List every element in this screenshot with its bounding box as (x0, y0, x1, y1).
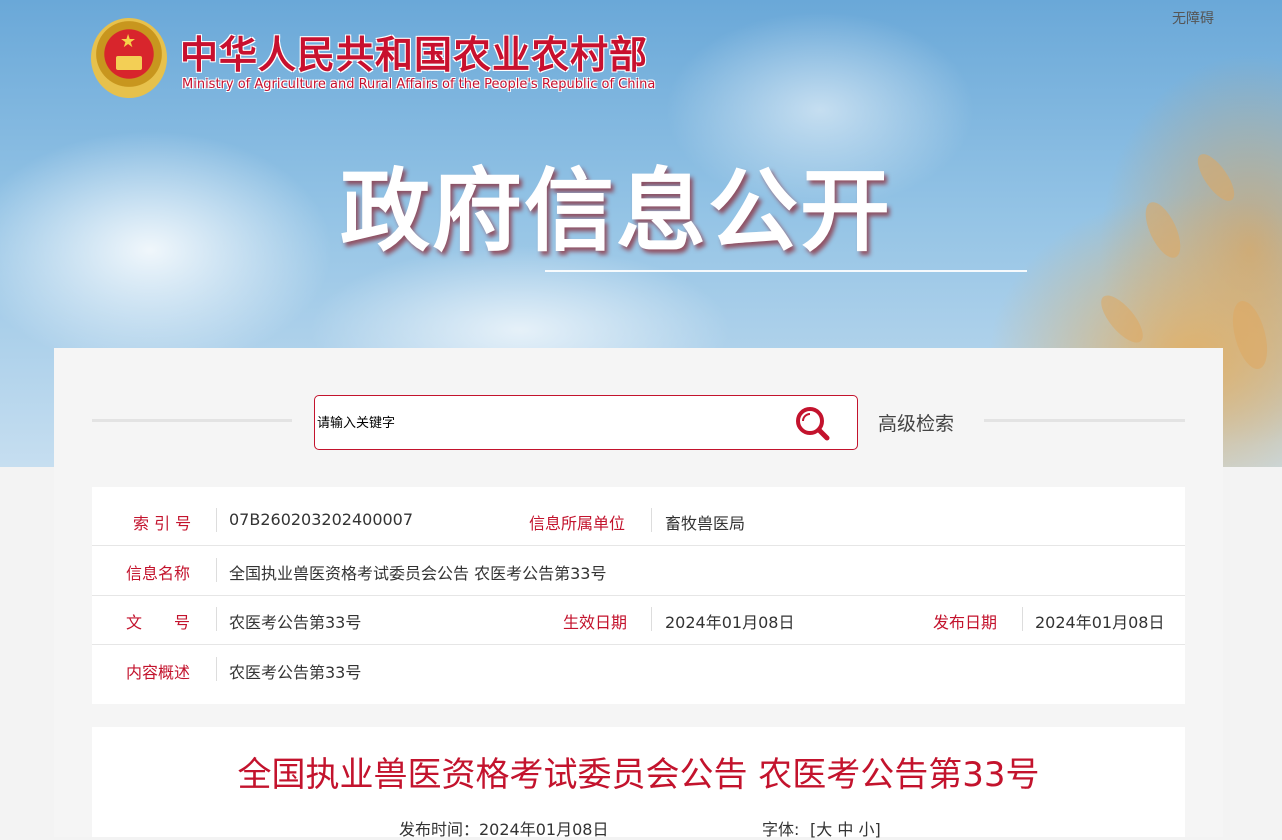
separator (651, 607, 652, 631)
effective-date-value: 2024年01月08日 (665, 613, 795, 632)
unit-label: 信息所属单位 (529, 514, 626, 533)
search-divider-right (984, 419, 1185, 422)
name-value: 全国执业兽医资格考试委员会公告 农医考公告第33号 (229, 564, 607, 583)
effective-date-label: 生效日期 (563, 613, 628, 632)
name-label: 信息名称 (126, 564, 191, 583)
doc-no-label: 文 号 (126, 613, 191, 632)
font-size-label: 字体: (762, 820, 800, 839)
publish-date-label: 发布日期 (933, 613, 998, 632)
article-title: 全国执业兽医资格考试委员会公告 农医考公告第33号 (237, 755, 1040, 795)
search-divider-left (92, 419, 292, 422)
index-label: 索 引 号 (133, 514, 192, 533)
heading-divider (545, 270, 1027, 272)
unit-value: 畜牧兽医局 (665, 514, 746, 533)
publish-time-label: 发布时间： (399, 820, 480, 839)
accessibility-link[interactable]: 无障碍 (1172, 8, 1214, 28)
site-subtitle: Ministry of Agriculture and Rural Affair… (182, 77, 656, 92)
separator (1022, 607, 1023, 631)
font-size-controls: [大 中 小] (810, 816, 881, 840)
wheat-decoration (1094, 289, 1150, 349)
summary-value: 农医考公告第33号 (229, 663, 362, 682)
meta-row: 信息名称 全国执业兽医资格考试委员会公告 农医考公告第33号 (92, 546, 1185, 596)
separator (216, 558, 217, 582)
meta-row: 索 引 号 07B260203202400007 信息所属单位 畜牧兽医局 (92, 496, 1185, 546)
meta-row: 内容概述 农医考公告第33号 (92, 645, 1185, 694)
bracket-close: ] (874, 820, 881, 839)
font-small-button[interactable]: 小 (858, 820, 874, 839)
page-heading: 政府信息公开 (340, 159, 892, 264)
index-value: 07B260203202400007 (229, 510, 414, 529)
doc-no-value: 农医考公告第33号 (229, 613, 362, 632)
wheat-decoration (1138, 197, 1188, 263)
site-title[interactable]: 中华人民共和国农业农村部 (180, 24, 648, 79)
search-button[interactable] (793, 404, 833, 444)
advanced-search-link[interactable]: 高级检索 (878, 409, 954, 436)
wheat-decoration (1226, 297, 1274, 373)
article-card: 全国执业兽医资格考试委员会公告 农医考公告第33号 发布时间： 2024年01月… (92, 727, 1185, 840)
publish-time-value: 2024年01月08日 (479, 820, 609, 839)
search-box (314, 395, 858, 450)
meta-row: 文 号 农医考公告第33号 生效日期 2024年01月08日 发布日期 2024… (92, 595, 1185, 645)
info-metadata-table: 索 引 号 07B260203202400007 信息所属单位 畜牧兽医局 信息… (92, 487, 1185, 704)
wheat-decoration (1191, 148, 1241, 207)
summary-label: 内容概述 (126, 663, 191, 682)
separator (216, 607, 217, 631)
separator (651, 508, 652, 532)
search-icon (796, 407, 830, 441)
national-emblem-icon[interactable]: ★ (91, 18, 167, 98)
font-medium-button[interactable]: 中 (837, 820, 853, 839)
publish-date-value: 2024年01月08日 (1035, 613, 1165, 632)
separator (216, 508, 217, 532)
separator (216, 657, 217, 681)
search-input[interactable] (317, 410, 777, 436)
font-large-button[interactable]: 大 (816, 820, 832, 839)
